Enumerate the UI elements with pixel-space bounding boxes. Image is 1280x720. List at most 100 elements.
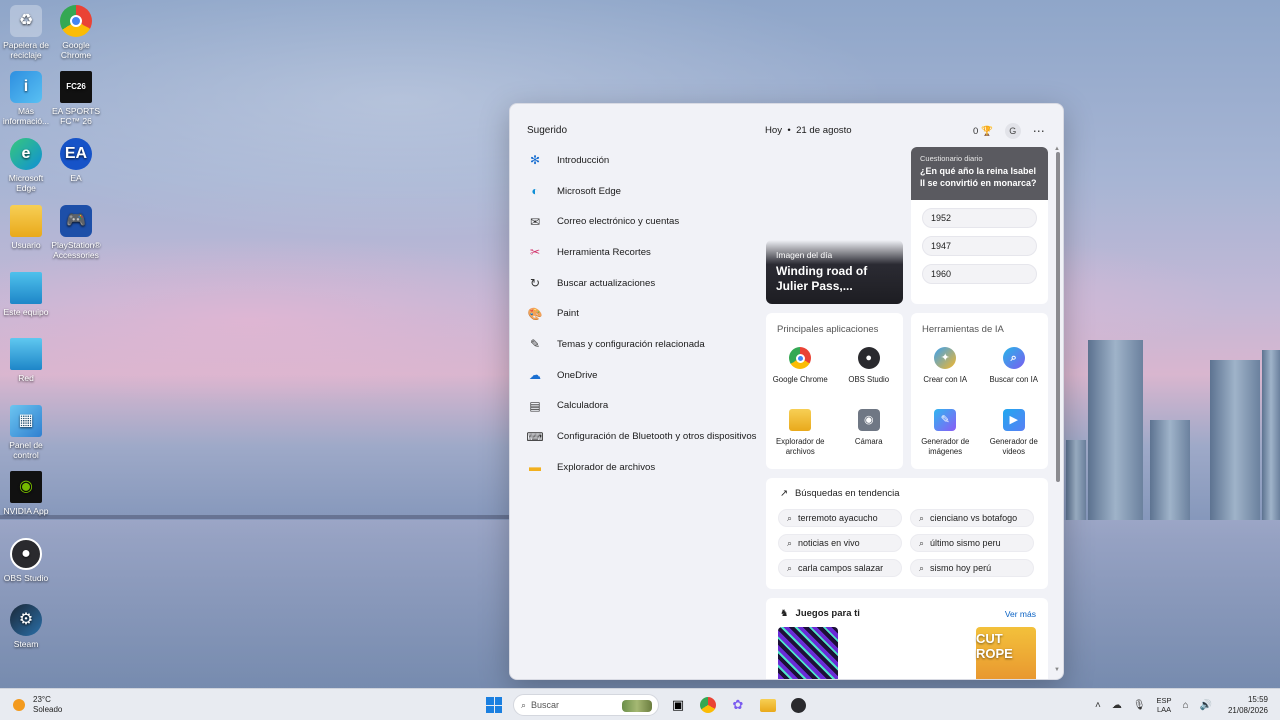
suggested-title: Sugerido [527,125,568,136]
fc26-icon: FC26 [60,71,92,103]
desktop-icon-more-info[interactable]: i Más informació... [1,71,51,126]
desktop-icon-nvidia[interactable]: ◉ NVIDIA App [1,471,51,516]
trending-chip[interactable]: ⌕ sismo hoy perú [910,559,1034,577]
see-more-link[interactable]: Ver más [1005,609,1036,619]
quiz-option[interactable]: 1947 [922,236,1037,256]
ai-create[interactable]: ✦ Crear con IA [911,347,980,403]
obs-icon: ● [10,538,42,570]
snipping-icon: ✂ [529,245,541,260]
suggested-item-snipping[interactable]: ✂ Herramienta Recortes [527,237,762,268]
taskbar-search[interactable]: ⌕ Buscar [513,694,659,716]
desktop-icon-ea[interactable]: EA EA [51,138,101,183]
suggested-item-mail[interactable]: ✉ Correo electrónico y cuentas [527,206,762,237]
video-gen-icon: ▶ [1002,409,1025,431]
suggested-item-explorer[interactable]: ▬ Explorador de archivos [527,452,762,483]
ai-tools-card: Herramientas de IA ✦ Crear con IA ⌕ Busc… [911,313,1048,469]
search-highlight-image [622,700,652,712]
trending-chip[interactable]: ⌕ noticias en vivo [778,534,902,552]
mail-icon: ✉ [529,214,541,229]
clock[interactable]: 15:59 21/08/2026 [1228,694,1268,716]
header-actions: 0 🏆 G ⋯ [973,123,1045,139]
wallpaper-bridge [0,515,560,519]
chevron-up-icon[interactable]: ˄ [1095,700,1101,711]
scroll-down-arrow[interactable]: ▼ [1054,667,1060,673]
avatar[interactable]: G [1004,123,1021,139]
trophy-icon: 🏆 [980,125,993,137]
ea-icon: EA [60,138,92,170]
suggested-item-updates[interactable]: ↻ Buscar actualizaciones [527,268,762,299]
suggested-list: ✻ Introducción ◐ Microsoft Edge ✉ Correo el… [526,145,762,483]
sun-icon [13,699,25,711]
trending-chip[interactable]: ⌕ carla campos salazar [778,559,902,577]
wallpaper-tower [1088,340,1143,520]
microphone-icon[interactable]: 🎙 [1133,700,1146,711]
quiz-question: ¿En qué año la reina Isabel II se convir… [920,166,1037,188]
ai-search[interactable]: ⌕ Buscar con IA [980,347,1049,403]
trending-chip[interactable]: ⌕ cienciano vs botafogo [910,509,1034,527]
onedrive-icon[interactable]: ☁ [1112,700,1122,711]
desktop-icon-this-pc[interactable]: Este equipo [1,272,51,317]
suggested-item-bluetooth[interactable]: ⌨ Configuración de Bluetooth y otros disp… [526,421,762,452]
top-apps-card: Principales aplicaciones Google Chrome ●… [766,313,903,469]
search-icon: ⌕ [787,512,793,523]
scrollbar[interactable] [1056,152,1060,482]
ai-image-gen[interactable]: ✎ Generador de imágenes [911,409,980,465]
start-menu: Sugerido ✻ Introducción ◐ Microsoft Edge ✉… [509,103,1064,680]
trending-icon: ↗ [780,488,788,499]
weather-widget[interactable]: 23°C Soleado [13,695,62,715]
info-icon: i [10,71,42,103]
file-explorer-icon[interactable] [757,694,779,716]
folder-icon [10,205,42,237]
top-app-obs[interactable]: ● OBS Studio [835,347,904,403]
quiz-option[interactable]: 1952 [922,208,1037,228]
suggested-item-intro[interactable]: ✻ Introducción [527,145,762,176]
desktop-icon-fc26[interactable]: FC26 EA SPORTS FC™ 26 [51,71,101,126]
rewards-points[interactable]: 0 🏆 [973,126,993,137]
suggested-item-paint[interactable]: 🎨 Paint [527,298,762,329]
copilot-icon[interactable]: ✿ [727,694,749,716]
desktop-icon-recycle-bin[interactable]: ♻ Papelera de reciclaje [1,5,51,60]
suggested-item-calculator[interactable]: ▤ Calculadora [527,391,762,422]
top-app-camera[interactable]: ◉ Cámara [835,409,904,465]
photo-of-day-card[interactable]: Imagen del día Winding road of Julier Pa… [766,240,903,304]
game-thumbnail[interactable] [778,627,838,679]
language-indicator[interactable]: ESP LAA [1157,696,1172,714]
playstation-icon: 🎮 [60,205,92,237]
volume-icon[interactable]: 🔊 [1200,700,1212,711]
desktop-icon-chrome[interactable]: Google Chrome [51,5,101,60]
ai-video-gen[interactable]: ▶ Generador de videos [980,409,1049,465]
search-icon: ⌕ [919,512,925,523]
desktop-icon-playstation[interactable]: 🎮 PlayStation® Accessories [51,205,101,260]
paint-icon: 🎨 [527,306,543,321]
start-button[interactable] [483,694,505,716]
top-app-chrome[interactable]: Google Chrome [766,347,835,403]
suggested-item-onedrive[interactable]: ☁ OneDrive [527,360,762,391]
wallpaper-tower [1150,420,1190,520]
trending-chip[interactable]: ⌕ terremoto ayacucho [778,509,902,527]
game-thumbnail[interactable]: CUT ROPE [976,627,1036,679]
desktop-icon-control-panel[interactable]: ▦ Panel de control [1,405,51,460]
desktop-icon-obs[interactable]: ● OBS Studio [1,538,51,583]
taskbar: 23°C Soleado ⌕ Buscar ▣ ✿ ˄ ☁ 🎙 ESP LAA … [0,688,1280,720]
obs-icon[interactable] [787,694,809,716]
daily-quiz-card: Cuestionario diario ¿En qué año la reina… [911,147,1048,304]
calculator-icon: ▤ [529,398,541,413]
desktop-icon-steam[interactable]: ⚙ Steam [1,604,51,649]
chrome-icon[interactable] [697,694,719,716]
desktop-icon-edge[interactable]: e Microsoft Edge [1,138,51,193]
task-view-icon[interactable]: ▣ [667,694,689,716]
network-icon[interactable]: ⌂ [1183,700,1189,711]
wallpaper-tower [1066,440,1086,520]
games-card: ♞ Juegos para ti Ver más CUT ROPE [766,598,1048,679]
chrome-icon [60,5,92,37]
trending-chip[interactable]: ⌕ último sismo peru [910,534,1034,552]
top-app-explorer[interactable]: Explorador de archivos [766,409,835,465]
folder-icon [789,409,812,431]
desktop-icon-network[interactable]: Red [1,338,51,383]
suggested-item-themes[interactable]: ✎ Temas y configuración relacionada [527,329,762,360]
create-ai-icon: ✦ [934,347,957,369]
quiz-option[interactable]: 1960 [922,264,1037,284]
desktop-icon-user-folder[interactable]: Usuario [1,205,51,250]
suggested-item-edge[interactable]: ◐ Microsoft Edge [527,176,762,207]
more-options-icon[interactable]: ⋯ [1033,124,1045,138]
